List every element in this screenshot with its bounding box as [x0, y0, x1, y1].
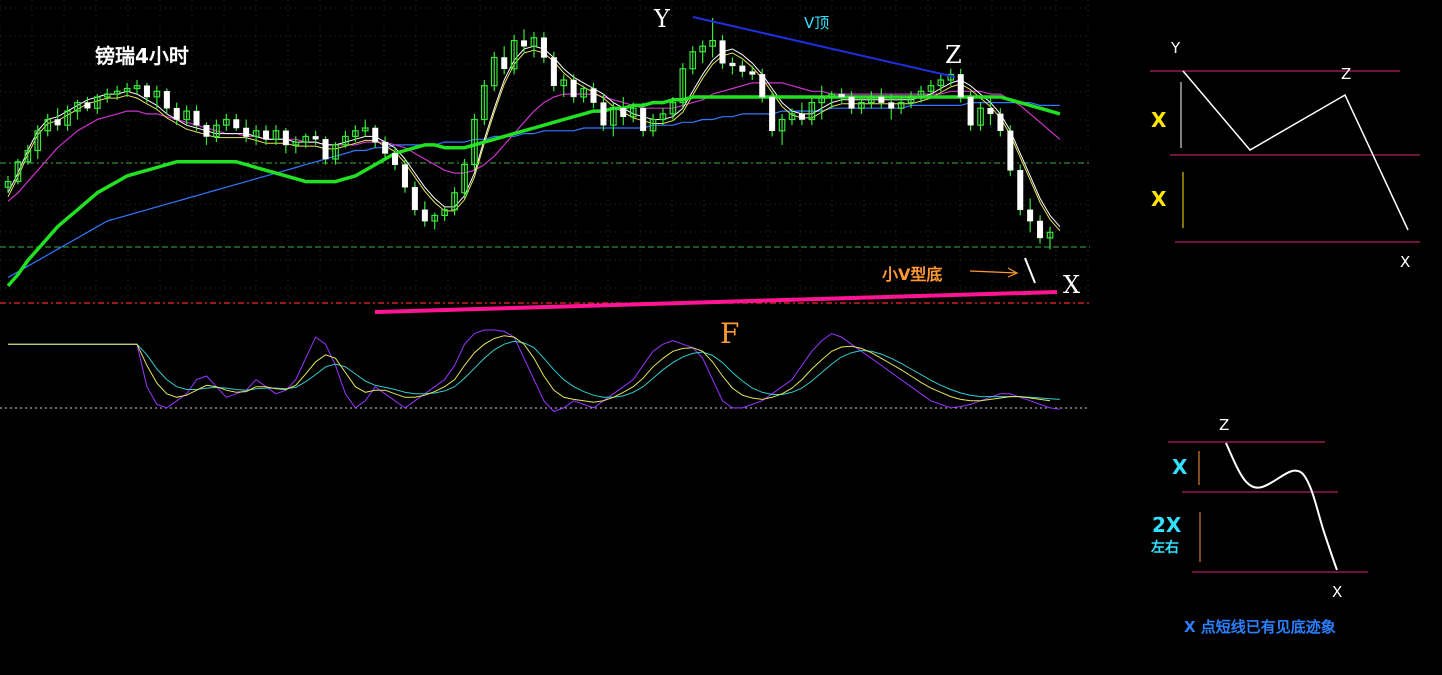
candle-body — [282, 130, 289, 146]
candle-body — [590, 88, 597, 103]
candle-body — [233, 119, 240, 129]
candle-body — [243, 127, 250, 137]
diagram-top-y: Y — [1170, 39, 1181, 57]
candle-body — [640, 107, 647, 132]
diagram-bottom-z: Z — [1219, 416, 1229, 434]
candle-body — [987, 107, 994, 115]
v-top-label: V顶 — [804, 14, 829, 32]
small-v-bottom-label: 小V型底 — [882, 265, 942, 284]
candle-body — [163, 91, 170, 109]
diagram-bottom-2x: 2X — [1152, 513, 1182, 537]
diagram-top-z: Z — [1341, 65, 1351, 83]
candle-body — [888, 102, 895, 109]
candle-body — [392, 153, 399, 165]
candle-body — [957, 74, 964, 98]
y-point-label: Y — [653, 5, 671, 33]
candle-body — [173, 107, 180, 120]
candle-body — [1007, 130, 1014, 171]
candle-body — [729, 62, 736, 67]
candle-body — [967, 96, 974, 126]
candle-body — [769, 96, 776, 132]
candle-body — [84, 102, 91, 109]
candle-body — [322, 139, 329, 160]
candle-body — [312, 136, 319, 140]
candle-body — [1037, 220, 1044, 239]
candle-body — [570, 79, 577, 98]
candle-body — [848, 96, 855, 109]
x-point-label: X — [1063, 271, 1080, 299]
candle-body — [382, 141, 389, 154]
candle-body — [719, 40, 726, 64]
candle-body — [143, 85, 150, 98]
candle-body — [749, 71, 756, 75]
candle-body — [501, 57, 508, 70]
chart-canvas: 镑瑞4小时 Y V顶 Z 小V型底 X F Y Z X X X Z X X 2X… — [0, 0, 1442, 675]
candle-body — [372, 127, 379, 143]
candle-body — [838, 93, 845, 98]
diagram-top-x: X — [1400, 253, 1410, 271]
diagram-bottom-x: X — [1332, 583, 1342, 601]
diagram-top-x-measure-2: X — [1151, 187, 1167, 211]
candle-body — [878, 96, 885, 103]
diagram-top-x-measure-1: X — [1151, 108, 1167, 132]
candle-body — [401, 164, 408, 188]
candle-body — [1017, 170, 1024, 211]
candle-body — [54, 119, 61, 126]
f-label: F — [720, 317, 739, 350]
diagram-bottom-x-measure: X — [1172, 455, 1188, 479]
z-point-label: Z — [945, 41, 962, 69]
candle-body — [421, 209, 428, 222]
chart-title: 镑瑞4小时 — [95, 44, 189, 68]
candle-body — [411, 186, 418, 211]
candle-body — [1027, 209, 1034, 222]
candle-body — [620, 107, 627, 117]
candle-body — [759, 74, 766, 98]
candle-body — [600, 102, 607, 126]
candle-body — [263, 130, 270, 140]
candle-body — [997, 113, 1004, 132]
candle-body — [798, 113, 805, 120]
candle-body — [193, 110, 200, 126]
candle-body — [203, 124, 210, 137]
candle-body — [540, 37, 547, 58]
diagram-bottom-left-right: 左右 — [1150, 539, 1179, 556]
diagram-bottom-note: X 点短线已有见底迹象 — [1184, 618, 1336, 636]
candle-body — [739, 65, 746, 72]
candle-body — [550, 57, 557, 86]
candle-body — [521, 40, 528, 47]
